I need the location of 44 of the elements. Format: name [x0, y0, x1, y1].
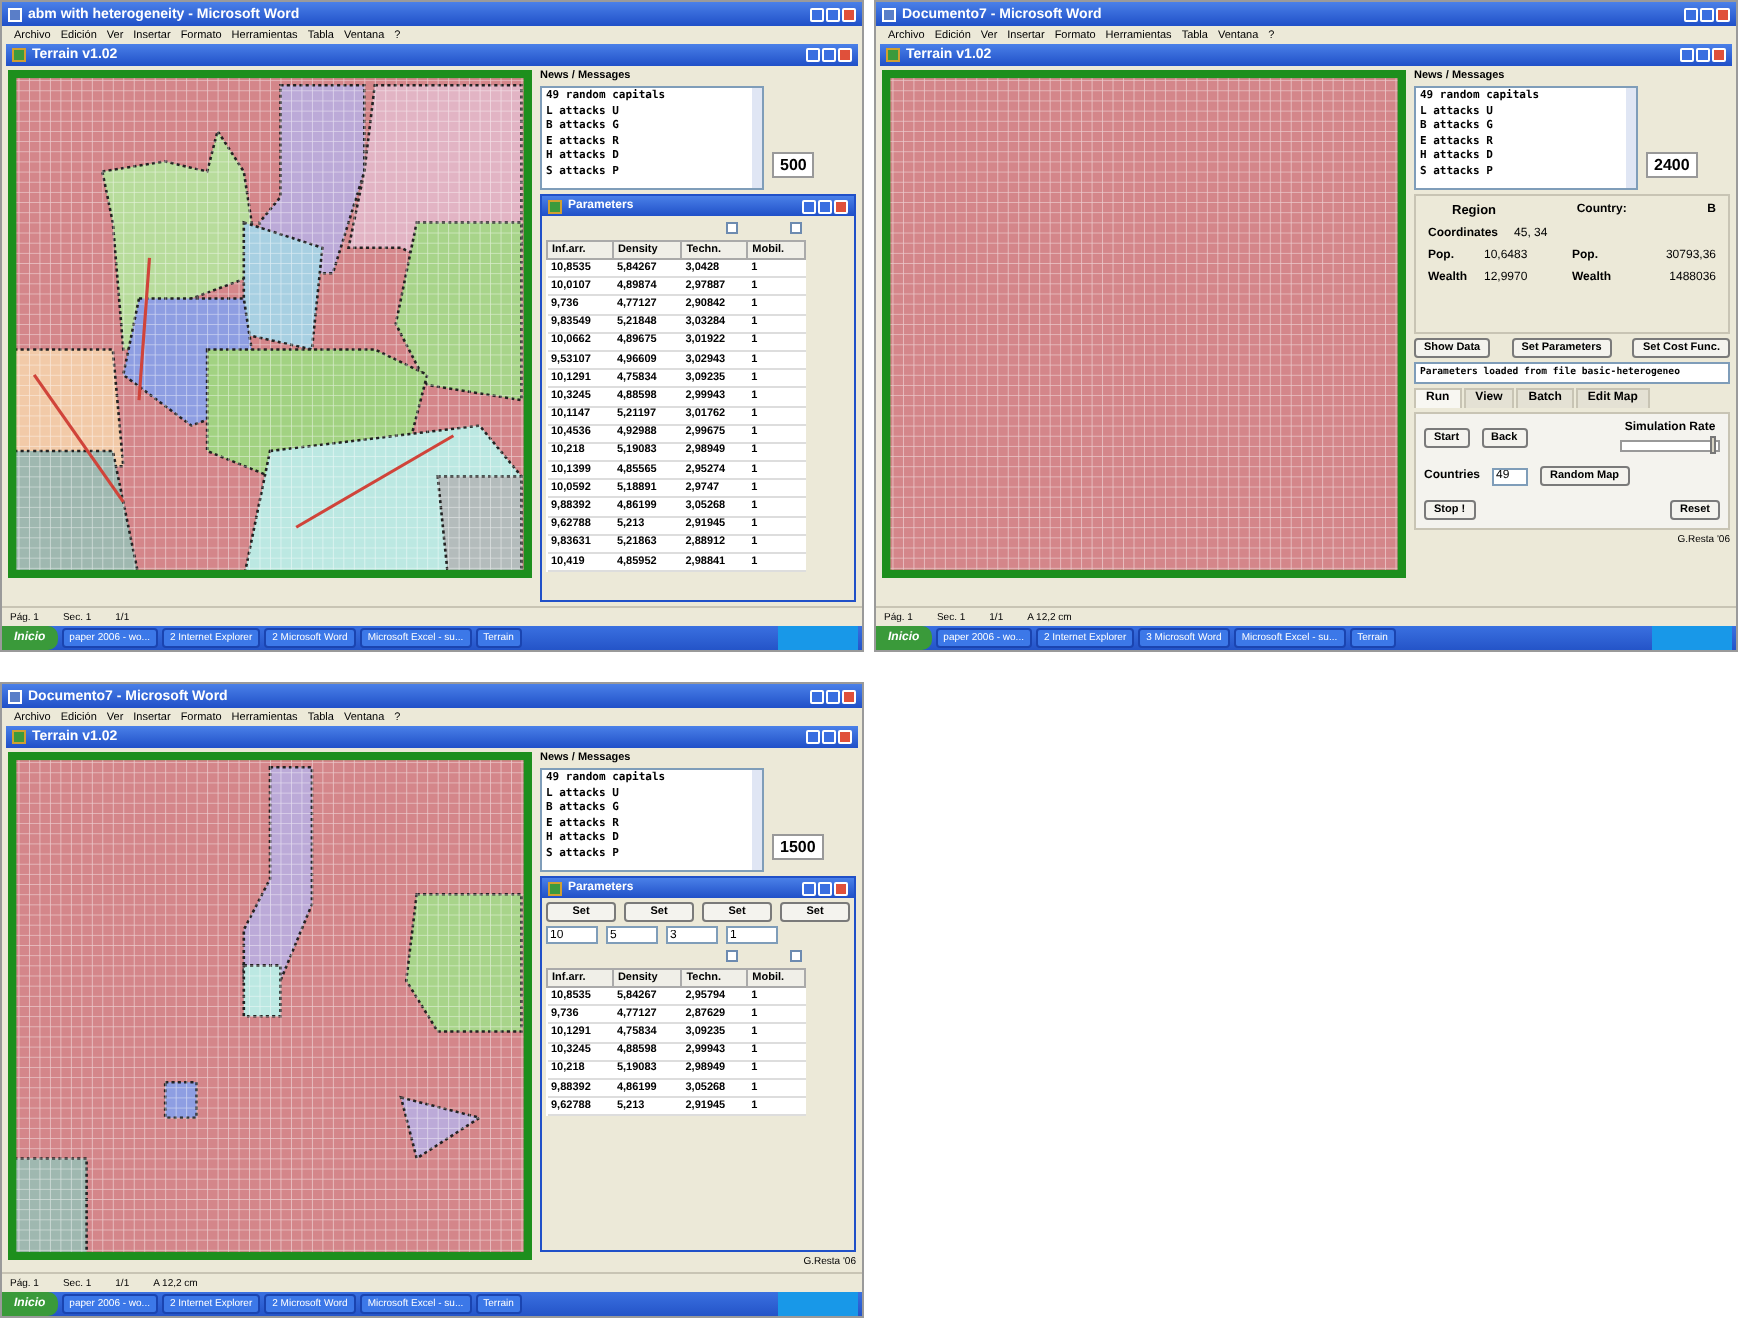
- checkbox[interactable]: [726, 222, 738, 234]
- app-icon: [548, 881, 562, 895]
- maximize-icon[interactable]: [822, 730, 836, 744]
- maximize-icon[interactable]: [826, 7, 840, 21]
- minimize-icon[interactable]: [810, 689, 824, 703]
- checkbox[interactable]: [790, 222, 802, 234]
- close-icon[interactable]: [838, 48, 852, 62]
- close-icon[interactable]: [834, 881, 848, 895]
- close-icon[interactable]: [842, 689, 856, 703]
- slider-track[interactable]: [1620, 440, 1720, 452]
- app-icon: [12, 48, 26, 62]
- close-icon[interactable]: [1716, 7, 1730, 21]
- minimize-icon[interactable]: [806, 48, 820, 62]
- system-tray: [778, 626, 858, 650]
- minimize-icon[interactable]: [802, 881, 816, 895]
- checkbox[interactable]: [726, 950, 738, 962]
- close-icon[interactable]: [842, 7, 856, 21]
- checkbox[interactable]: [790, 950, 802, 962]
- maximize-icon[interactable]: [822, 48, 836, 62]
- system-tray: [778, 1292, 858, 1316]
- maximize-icon[interactable]: [818, 199, 832, 213]
- app-icon: [886, 48, 900, 62]
- minimize-icon[interactable]: [1680, 48, 1694, 62]
- close-icon[interactable]: [838, 730, 852, 744]
- word-icon: [8, 7, 22, 21]
- maximize-icon[interactable]: [1700, 7, 1714, 21]
- counter-display: 500: [772, 152, 815, 178]
- minimize-icon[interactable]: [806, 730, 820, 744]
- counter-display: 1500: [772, 834, 824, 860]
- system-tray: [1652, 626, 1732, 650]
- maximize-icon[interactable]: [818, 881, 832, 895]
- counter-display: 2400: [1646, 152, 1698, 178]
- slider-thumb[interactable]: [1709, 436, 1716, 454]
- app-icon: [12, 730, 26, 744]
- minimize-icon[interactable]: [802, 199, 816, 213]
- maximize-icon[interactable]: [1696, 48, 1710, 62]
- app-icon: [548, 199, 562, 213]
- close-icon[interactable]: [834, 199, 848, 213]
- minimize-icon[interactable]: [810, 7, 824, 21]
- close-icon[interactable]: [1712, 48, 1726, 62]
- maximize-icon[interactable]: [826, 689, 840, 703]
- word-icon: [8, 689, 22, 703]
- word-icon: [882, 7, 896, 21]
- minimize-icon[interactable]: [1684, 7, 1698, 21]
